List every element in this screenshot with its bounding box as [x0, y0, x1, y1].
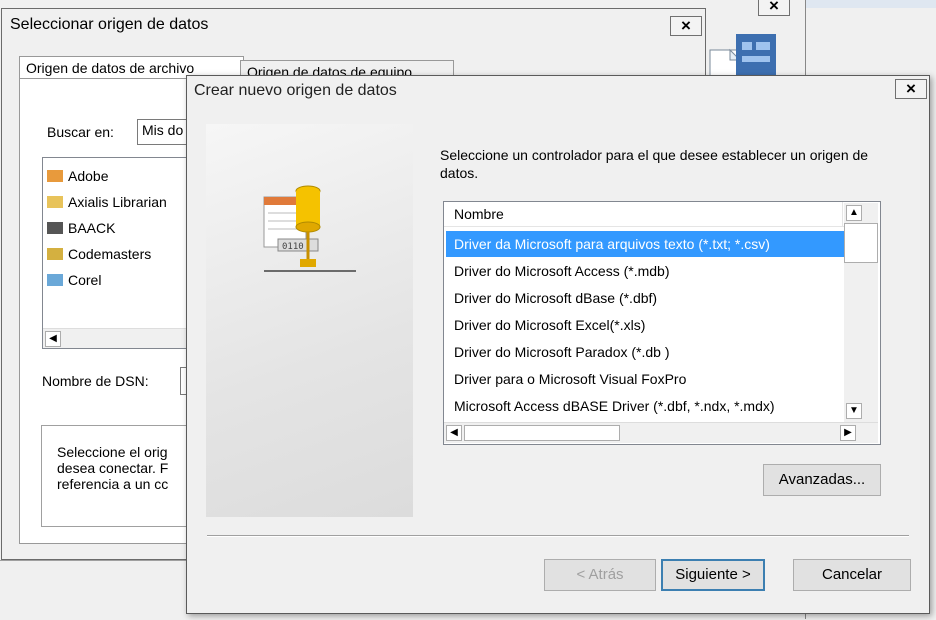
next-button[interactable]: Siguiente > — [661, 559, 765, 591]
dialog1-title: Seleccionar origen de datos — [10, 16, 209, 33]
description-line: Seleccione el orig — [57, 444, 168, 460]
driver-name: Driver para o Microsoft Visual FoxPro — [454, 371, 687, 387]
dialog1-close-button[interactable]: × — [670, 16, 702, 36]
driver-row[interactable]: Driver da Microsoft para arquivos texto … — [446, 231, 854, 257]
wizard-image-panel: 0110 — [206, 124, 413, 517]
driver-name: Microsoft Access dBASE Driver (*.dbf, *.… — [454, 398, 775, 414]
list-item[interactable]: BAACK — [47, 218, 115, 238]
driver-name: Driver da Microsoft para arquivos texto … — [454, 236, 770, 252]
cancel-button[interactable]: Cancelar — [793, 559, 911, 591]
folder-icon — [47, 248, 63, 260]
back-button[interactable]: < Atrás — [544, 559, 656, 591]
dialog2-close-button[interactable]: × — [895, 79, 927, 99]
scroll-thumb[interactable] — [464, 425, 620, 441]
driver-row[interactable]: Microsoft Access dBASE Driver (*.dbf, *.… — [446, 393, 854, 419]
button-separator — [207, 535, 909, 537]
driver-list-vertical-scrollbar[interactable]: ▲ ▼ — [844, 203, 878, 423]
advanced-button[interactable]: Avanzadas... — [763, 464, 881, 496]
list-item[interactable]: Adobe — [47, 166, 108, 186]
instructions-text: Seleccione un controlador para el que de… — [440, 147, 869, 181]
svg-text:0110: 0110 — [282, 242, 304, 252]
column-divider[interactable] — [842, 202, 843, 226]
driver-list-header: Nombre V — [444, 202, 854, 227]
folder-icon — [47, 274, 63, 286]
column-header-name[interactable]: Nombre — [454, 206, 504, 222]
folder-icon — [47, 196, 63, 208]
driver-name: Driver do Microsoft Access (*.mdb) — [454, 263, 670, 279]
driver-list[interactable]: Nombre V Driver da Microsoft para arquiv… — [443, 201, 881, 445]
driver-row[interactable]: Driver do Microsoft Excel(*.xls) 6 — [446, 312, 854, 338]
scroll-thumb[interactable] — [844, 223, 878, 263]
driver-name: Driver do Microsoft Excel(*.xls) — [454, 317, 646, 333]
database-driver-icon: 0110 — [263, 185, 356, 272]
create-new-data-source-dialog: Crear nuevo origen de datos × 0110 Selec… — [186, 75, 930, 614]
scroll-down-button[interactable]: ▼ — [846, 403, 862, 419]
drive-icon — [47, 222, 63, 234]
scroll-left-button[interactable]: ◀ — [45, 331, 61, 347]
dsn-name-label: Nombre de DSN: — [42, 373, 149, 389]
background-close-button[interactable]: × — [758, 0, 790, 16]
dialog2-title: Crear nuevo origen de datos — [194, 82, 397, 99]
scroll-right-button[interactable]: ▶ — [840, 425, 856, 441]
scroll-left-button[interactable]: ◀ — [446, 425, 462, 441]
search-in-label: Buscar en: — [47, 124, 114, 140]
driver-row[interactable]: Driver do Microsoft Paradox (*.db ) 6 — [446, 339, 854, 365]
driver-name: Driver do Microsoft dBase (*.dbf) — [454, 290, 658, 306]
driver-list-horizontal-scrollbar[interactable]: ◀ ▶ — [444, 422, 878, 443]
driver-row[interactable]: Driver do Microsoft dBase (*.dbf) 6 — [446, 285, 854, 311]
description-line: referencia a un cc — [57, 476, 169, 492]
driver-row[interactable]: Driver para o Microsoft Visual FoxPro 1 — [446, 366, 854, 392]
folder-icon — [47, 170, 63, 182]
list-item[interactable]: Axialis Librarian — [47, 192, 167, 212]
list-item[interactable]: Corel — [47, 270, 101, 290]
driver-name: Driver do Microsoft Paradox (*.db ) — [454, 344, 670, 360]
description-line: desea conectar. F — [57, 460, 169, 476]
scroll-up-button[interactable]: ▲ — [846, 205, 862, 221]
driver-row[interactable]: Driver do Microsoft Access (*.mdb) 6 — [446, 258, 854, 284]
list-item[interactable]: Codemasters — [47, 244, 151, 264]
